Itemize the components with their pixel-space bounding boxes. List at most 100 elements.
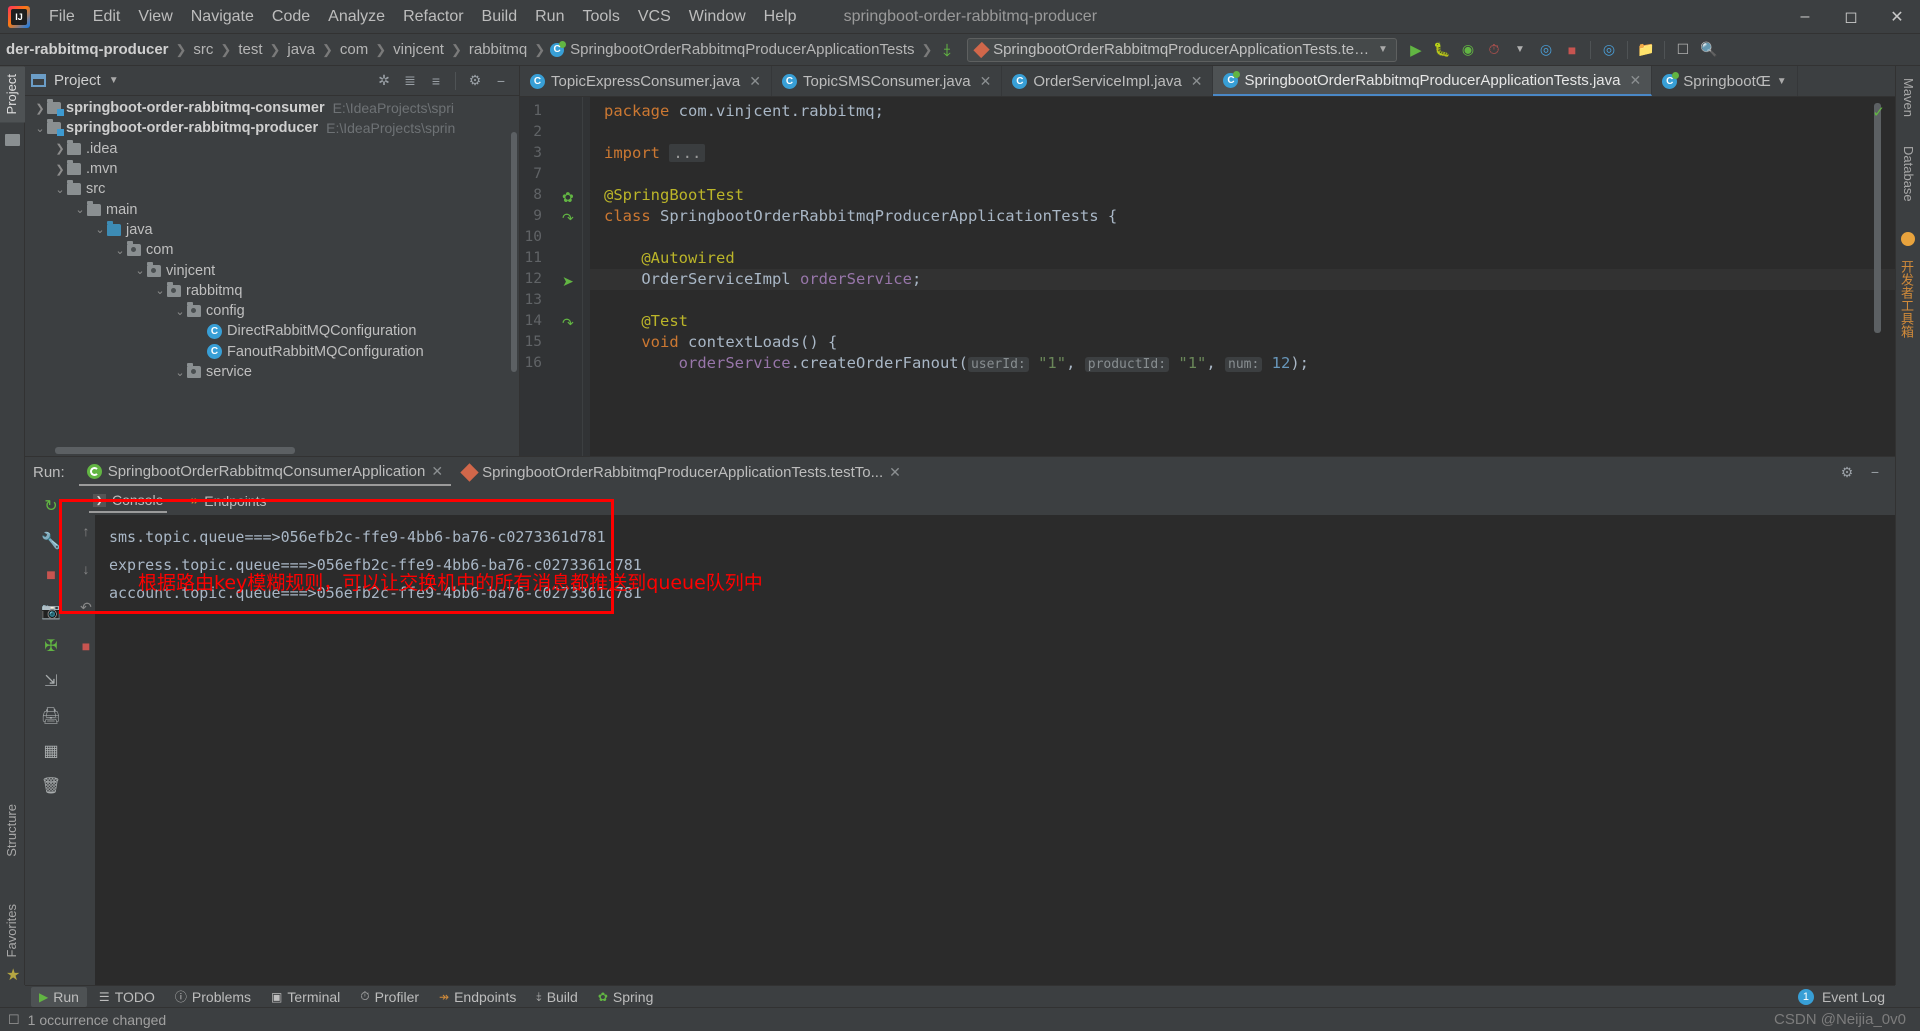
import-fold-icon[interactable]: ... [669,144,706,162]
menu-help[interactable]: Help [755,3,806,31]
sidebar-tab-maven[interactable]: Maven [1895,70,1920,125]
gear-icon[interactable]: ⚙ [1835,460,1859,484]
code-folding-bar[interactable] [582,97,583,456]
menu-file[interactable]: File [40,3,84,31]
run-configuration-selector[interactable]: SpringbootOrderRabbitmqProducerApplicati… [966,37,1397,62]
rerun-icon[interactable]: ↻ [38,493,64,519]
layout-icon[interactable]: ▦ [38,738,64,764]
close-icon[interactable]: ✕ [431,463,443,480]
chevron-down-icon[interactable]: ⌄ [173,305,187,318]
bottom-tab-terminal[interactable]: ▣ Terminal [263,987,348,1007]
wrench-icon[interactable]: 🔧 [38,528,64,554]
tree-row[interactable]: ⌄ com [25,240,519,260]
menu-analyze[interactable]: Analyze [319,3,394,31]
chevron-down-icon[interactable]: ⌄ [33,122,47,135]
soft-wrap-icon[interactable]: ↶ [80,599,92,616]
project-horizontal-scrollbar[interactable] [55,447,295,454]
tree-row[interactable]: ⌄ service [25,362,519,382]
menu-run[interactable]: Run [526,3,573,31]
bottom-tab-endpoints[interactable]: ↠ Endpoints [431,987,524,1007]
chevron-down-icon[interactable]: ⌄ [173,366,187,379]
chevron-down-icon[interactable]: ⌄ [133,264,147,277]
breadcrumb-item-5[interactable]: vinjcent [391,41,446,58]
thread-dump-icon[interactable]: ✠ [38,633,64,659]
chevron-down-icon[interactable]: ⌄ [113,244,127,257]
project-tree[interactable]: ❯ springboot-order-rabbitmq-consumer E:\… [25,96,519,442]
stop-icon[interactable]: ■ [38,563,64,589]
menu-window[interactable]: Window [680,3,755,31]
tree-row[interactable]: FanoutRabbitMQConfiguration [25,342,519,362]
editor-vertical-scrollbar[interactable] [1874,103,1881,333]
maximize-icon[interactable]: ◻ [1828,0,1874,34]
bottom-tab-profiler[interactable]: ⏱ Profiler [352,987,427,1007]
close-icon[interactable]: ✕ [749,73,761,90]
export-icon[interactable]: ⇲ [38,668,64,694]
editor-tab-orderserviceimpl[interactable]: OrderServiceImpl.java ✕ [1002,66,1214,96]
trash-icon[interactable]: 🗑 [38,773,64,799]
breadcrumb-item-0[interactable]: der-rabbitmq-producer [4,41,171,58]
bottom-tab-run[interactable]: ▶ Run [31,986,87,1007]
chevron-down-icon[interactable]: ⌄ [93,223,107,236]
chevron-down-icon[interactable]: ⌄ [73,203,87,216]
chevron-down-icon[interactable]: ⌄ [53,183,67,196]
project-vertical-scrollbar[interactable] [511,132,517,372]
menu-navigate[interactable]: Navigate [182,3,263,31]
chevron-down-icon[interactable]: ▼ [1378,44,1388,55]
scroll-down-icon[interactable]: ↓ [83,561,90,577]
breadcrumb-item-7[interactable]: SpringbootOrderRabbitmqProducerApplicati… [568,41,916,58]
tree-row[interactable]: ⌄ config [25,301,519,321]
sidebar-tab-structure[interactable]: Structure [0,796,25,865]
inspection-ok-icon[interactable]: ✓ [1872,103,1885,121]
close-icon[interactable]: ✕ [1629,72,1641,89]
search-icon[interactable]: 🔍 [1696,37,1722,63]
editor-tab-springboot-overflow[interactable]: SpringbootŒ ▼ [1652,66,1798,96]
tree-row[interactable]: ❯ springboot-order-rabbitmq-consumer E:\… [25,98,519,118]
scroll-up-icon[interactable]: ↑ [83,523,90,539]
clear-all-icon[interactable]: ■ [82,638,90,654]
chevron-down-icon[interactable]: ⌄ [153,284,167,297]
run-with-coverage-icon[interactable]: ◉ [1455,37,1481,63]
project-structure-icon[interactable]: 📁 [1633,37,1659,63]
breadcrumb-item-4[interactable]: com [338,41,370,58]
devtools-icon[interactable] [1901,232,1915,246]
menu-edit[interactable]: Edit [84,3,130,31]
sidebar-tab-project[interactable]: Project [0,66,25,123]
sidebar-tab-database[interactable]: Database [1895,138,1920,210]
bookmark-star-icon[interactable]: ★ [6,965,20,985]
camera-icon[interactable]: 📷 [38,598,64,624]
breadcrumb-item-3[interactable]: java [285,41,317,58]
editor-tab-topicexpressconsumer[interactable]: TopicExpressConsumer.java ✕ [520,66,772,96]
breadcrumb-item-2[interactable]: test [236,41,264,58]
run-test-icon[interactable]: ↷ [562,210,578,226]
chevron-down-icon[interactable]: ▼ [1777,76,1787,87]
editor-tab-producerapplicationtests[interactable]: SpringbootOrderRabbitmqProducerApplicati… [1213,66,1653,96]
chevron-down-icon[interactable]: ▼ [1507,37,1533,63]
debug-icon[interactable]: 🐛 [1429,37,1455,63]
run-tab-producer-tests[interactable]: SpringbootOrderRabbitmqProducerApplicati… [455,460,909,485]
print-icon[interactable]: 🖨 [38,703,64,729]
sidebar-tab-devtoolbox[interactable]: 开发者工具箱 [1895,252,1920,346]
code-editor[interactable]: 1 2 3 7 8 9 10 11 12 13 14 15 16 ✿ ↷ ➤ ↷ [520,97,1895,456]
spring-dashboard-icon[interactable]: ◎ [1533,37,1559,63]
close-icon[interactable]: ✕ [980,73,992,90]
chevron-right-icon[interactable]: ❯ [53,163,67,176]
menu-vcs[interactable]: VCS [629,3,680,31]
bottom-tab-spring[interactable]: ✿ Spring [590,987,662,1007]
close-icon[interactable]: ✕ [1874,0,1920,34]
tree-row[interactable]: ⌄ main [25,199,519,219]
profiler-icon[interactable]: ⏱ [1481,37,1507,63]
chevron-right-icon[interactable]: ❯ [53,142,67,155]
editor-tab-topicsmsconsumer[interactable]: TopicSMSConsumer.java ✕ [772,66,1003,96]
menu-tools[interactable]: Tools [573,3,628,31]
bean-injection-icon[interactable]: ➤ [562,273,578,289]
run-icon[interactable]: ▶ [1403,37,1429,63]
actuator-icon[interactable]: ◎ [1596,37,1622,63]
collapse-all-icon[interactable]: ≡ [424,69,448,93]
breadcrumb-item-1[interactable]: src [191,41,215,58]
expand-all-icon[interactable]: ≣ [398,69,422,93]
gear-icon[interactable]: ⚙ [463,69,487,93]
hide-icon[interactable]: − [1863,460,1887,484]
tree-row[interactable]: ⌄ java [25,220,519,240]
menu-build[interactable]: Build [473,3,527,31]
tree-row[interactable]: ⌄ vinjcent [25,260,519,280]
